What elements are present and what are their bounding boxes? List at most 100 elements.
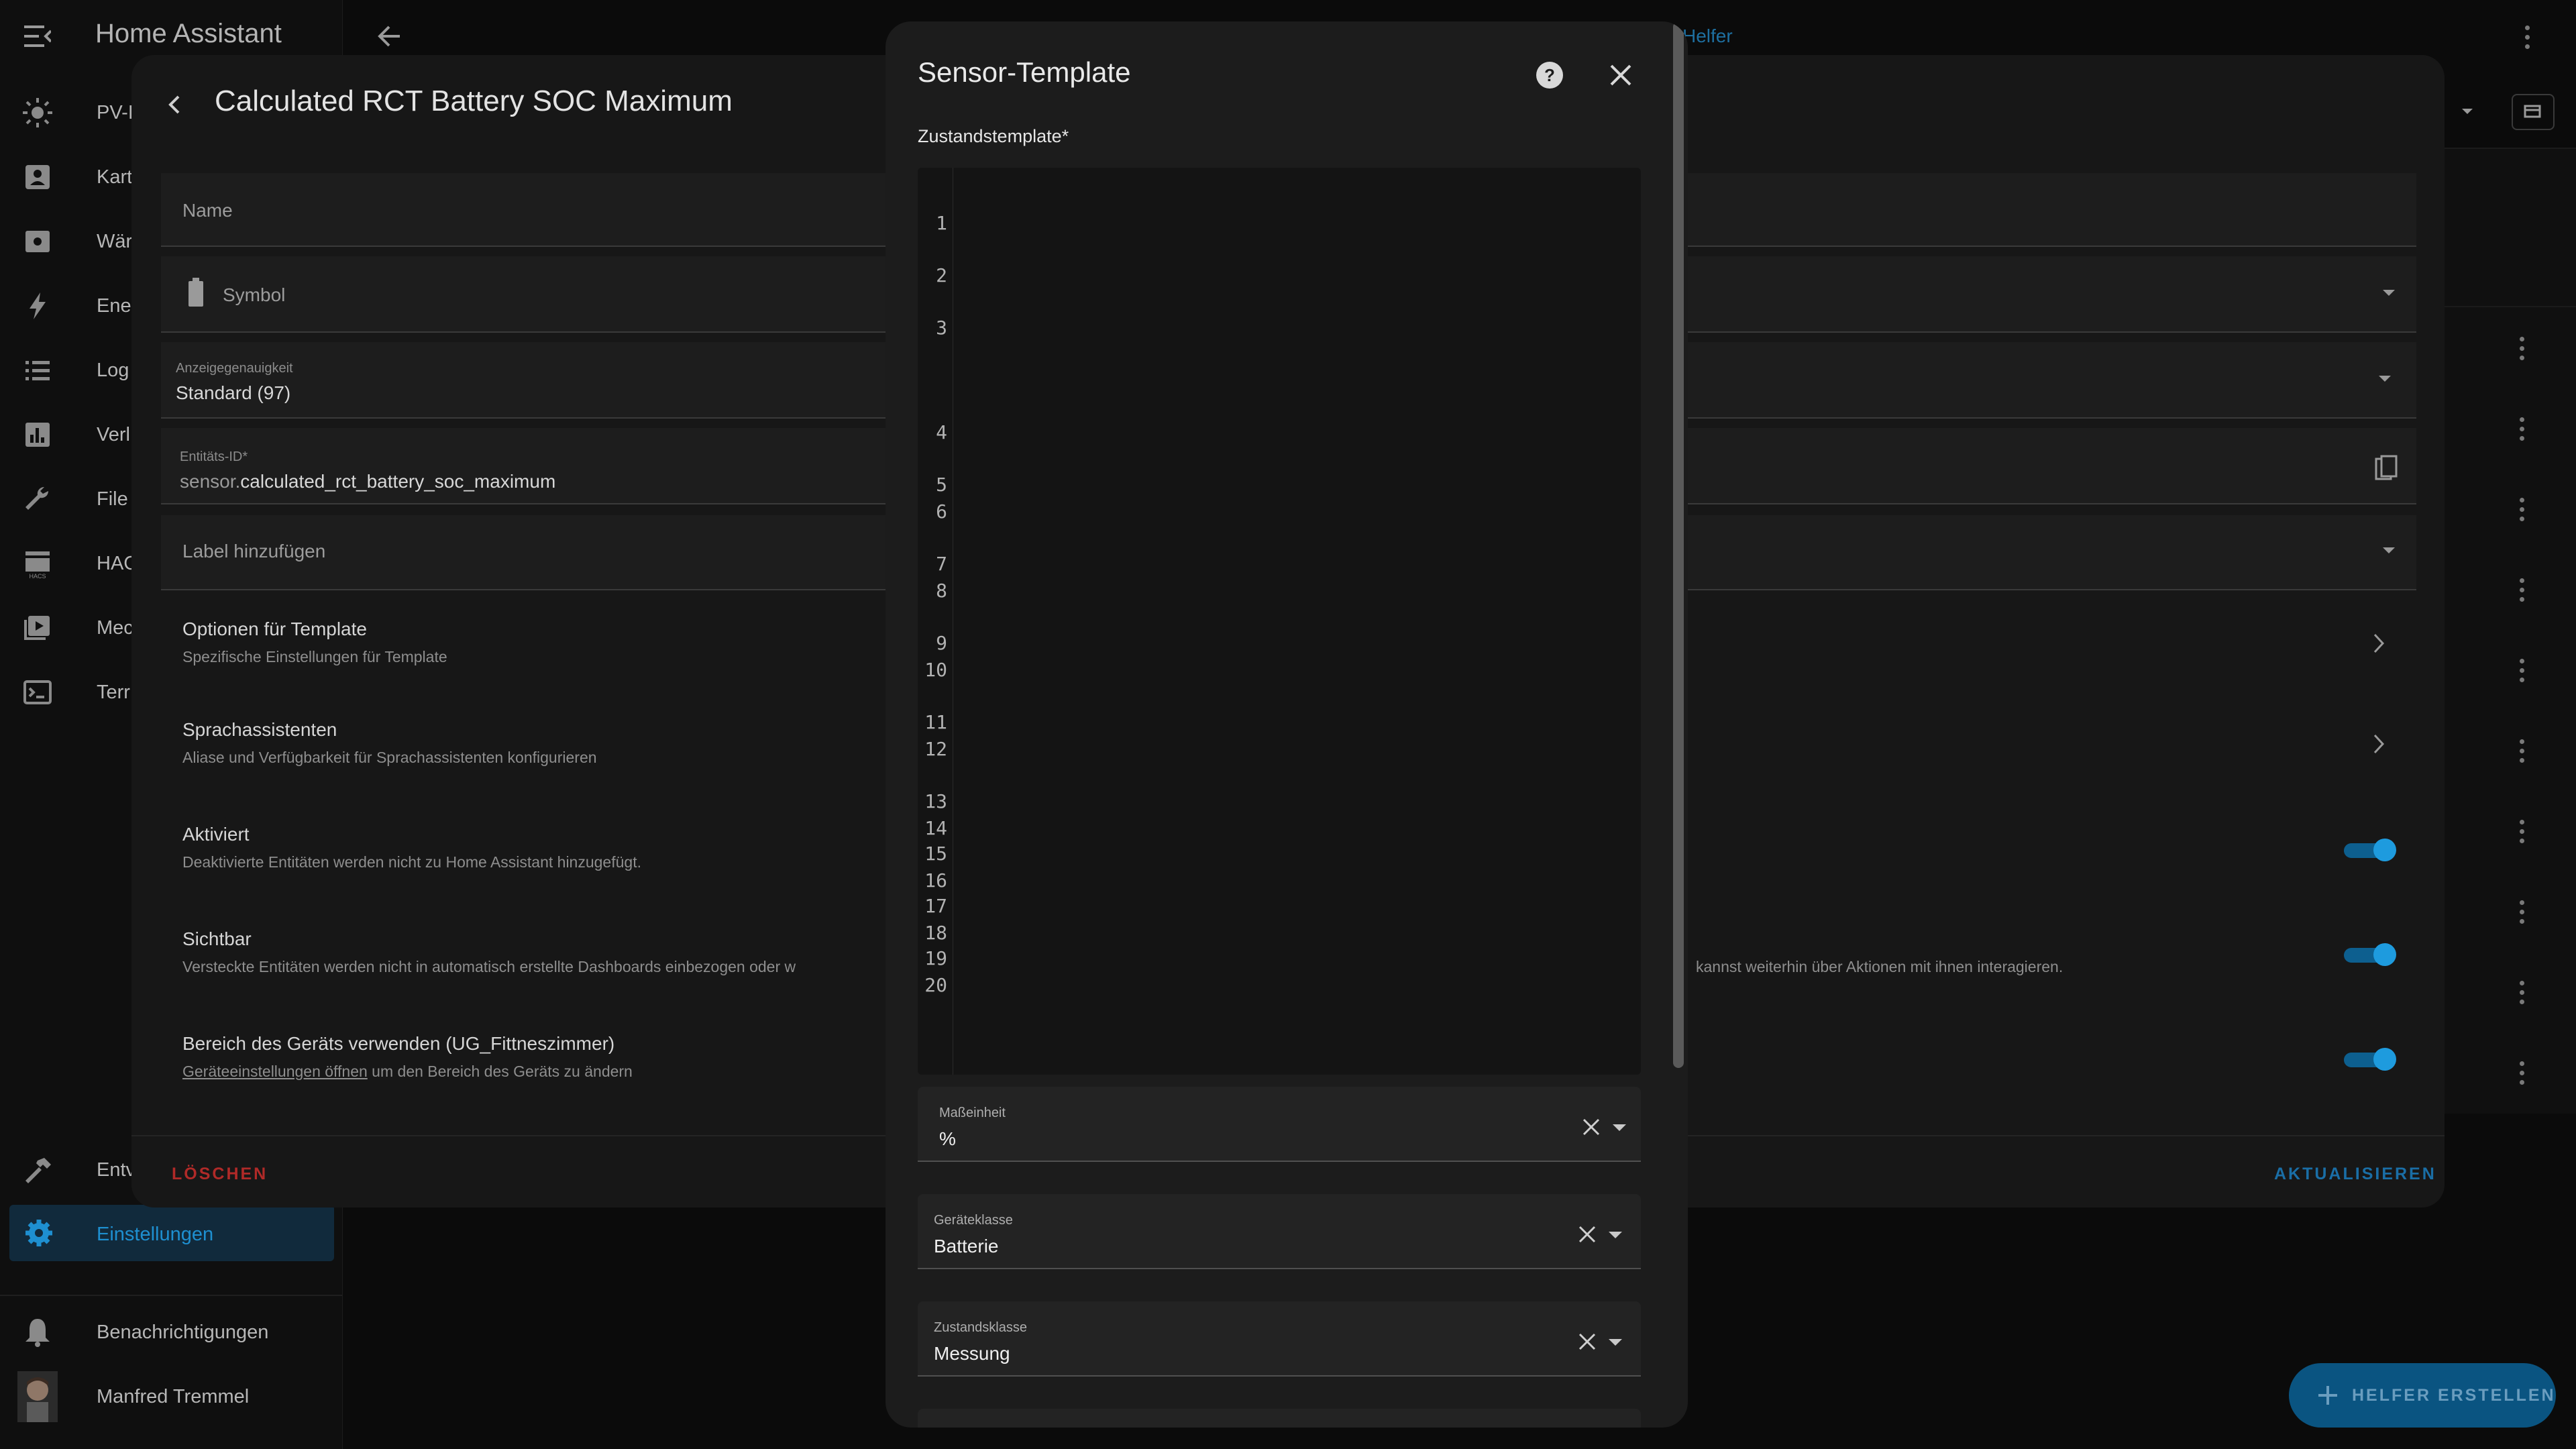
line-number: 5 (936, 474, 947, 496)
sidebar-item-label: Verl (97, 423, 130, 445)
list-icon (21, 354, 54, 386)
user-name: Manfred Tremmel (97, 1385, 250, 1407)
chevron-right-icon (2372, 733, 2385, 755)
row-menu-icon[interactable] (2520, 981, 2526, 1009)
line-number: 15 (924, 843, 947, 865)
help-icon[interactable]: ? (1535, 60, 1564, 90)
wrench-icon (21, 483, 54, 515)
state-template-editor[interactable]: 1 2 3 4 5 6 7 8 9 10 11 12 13 14 15 16 1… (918, 168, 1641, 1075)
delete-button[interactable]: LÖSCHEN (172, 1165, 268, 1184)
unit-select[interactable]: Maßeinheit % (918, 1087, 1641, 1162)
helpers-link[interactable]: Helfer (1682, 25, 1733, 47)
entity-id-value: sensor.calculated_rct_battery_soc_maximu… (180, 471, 555, 492)
bell-icon (21, 1316, 54, 1348)
modal-scrollbar[interactable] (1673, 21, 1684, 1068)
line-number: 18 (924, 922, 947, 944)
sidebar-item-label: Kart (97, 166, 133, 188)
row-menu-icon[interactable] (2520, 659, 2526, 687)
line-number: 20 (924, 974, 947, 996)
sensor-template-dialog: Sensor-Template ? Zustandstemplate* 1 2 … (885, 21, 1688, 1428)
row-menu-icon[interactable] (2520, 739, 2526, 767)
visible-desc: Versteckte Entitäten werden nicht in aut… (182, 958, 796, 975)
sidebar-item-settings[interactable]: Einstellungen (9, 1205, 334, 1261)
precision-value: Standard (97) (176, 382, 291, 403)
row-menu-icon[interactable] (2520, 578, 2526, 606)
menu-icon[interactable] (24, 24, 51, 48)
voice-title: Sprachassistenten (182, 719, 337, 740)
device-settings-link[interactable]: Geräteeinstellungen öffnen (182, 1063, 368, 1080)
chevron-right-icon (2372, 632, 2385, 655)
table-settings-icon[interactable] (2512, 94, 2555, 130)
sidebar-item-notifications[interactable]: Benachrichtigungen (0, 1300, 342, 1364)
sidebar-item-label: File (97, 488, 128, 510)
chevron-down-icon (2383, 290, 2395, 296)
device-class-value: Batterie (934, 1236, 999, 1256)
entity-id-prefix: sensor. (180, 471, 241, 492)
terminal-icon (21, 676, 54, 708)
row-menu-icon[interactable] (2520, 417, 2526, 445)
entity-id-text: calculated_rct_battery_soc_maximum (240, 471, 556, 492)
filter-dropdown-icon[interactable] (2442, 98, 2502, 125)
line-number: 4 (936, 421, 947, 443)
area-toggle[interactable] (2344, 1048, 2396, 1071)
visible-desc-continued: kannst weiterhin über Aktionen mit ihnen… (1696, 958, 2063, 975)
unit-label: Maßeinheit (939, 1106, 1006, 1120)
create-helper-button[interactable]: HELFER ERSTELLEN (2289, 1363, 2556, 1428)
back-chevron-icon[interactable] (166, 93, 182, 117)
state-template-label: Zustandstemplate* (918, 126, 1069, 146)
line-number: 16 (924, 869, 947, 892)
visible-toggle[interactable] (2344, 943, 2396, 966)
line-number: 6 (936, 500, 947, 523)
voice-desc: Aliase und Verfügbarkeit für Sprachassis… (182, 749, 597, 766)
row-menu-icon[interactable] (2520, 337, 2526, 365)
line-number: 19 (924, 947, 947, 969)
hacs-icon: HACS (21, 547, 54, 580)
clear-icon[interactable] (1582, 1118, 1601, 1136)
state-class-select[interactable]: Zustandsklasse Messung (918, 1301, 1641, 1377)
copy-icon[interactable] (2375, 455, 2398, 482)
dialog-title: Calculated RCT Battery SOC Maximum (215, 85, 733, 117)
clear-icon[interactable] (1578, 1332, 1597, 1351)
sidebar-item-label: PV-I (97, 101, 133, 123)
chevron-down-icon (2383, 547, 2395, 553)
state-class-label: Zustandsklasse (934, 1320, 1027, 1335)
visible-title: Sichtbar (182, 928, 252, 949)
update-button[interactable]: AKTUALISIEREN (2274, 1165, 2436, 1184)
sidebar-item-user[interactable]: Manfred Tremmel (0, 1364, 342, 1429)
battery-icon (186, 278, 205, 307)
sun-icon (21, 97, 54, 129)
create-helper-label: HELFER ERSTELLEN (2352, 1386, 2556, 1405)
line-number: 11 (924, 711, 947, 733)
sidebar-divider (0, 1295, 342, 1296)
chart-icon (21, 419, 54, 451)
enabled-toggle[interactable] (2344, 839, 2396, 861)
line-number: 1 (936, 212, 947, 234)
back-arrow-icon[interactable] (377, 25, 401, 47)
sidebar-item-label: Entv (97, 1159, 136, 1181)
line-number: 12 (924, 738, 947, 760)
row-menu-icon[interactable] (2520, 498, 2526, 526)
clear-icon[interactable] (1578, 1225, 1597, 1244)
row-menu-icon[interactable] (2520, 900, 2526, 928)
chevron-down-icon (1613, 1124, 1626, 1131)
row-menu-icon[interactable] (2520, 820, 2526, 848)
list-background (2445, 148, 2576, 1114)
line-number: 7 (936, 553, 947, 575)
line-number: 2 (936, 264, 947, 286)
device-class-select[interactable]: Geräteklasse Batterie (918, 1194, 1641, 1269)
add-label-text: Label hinzufügen (182, 541, 326, 561)
line-number: 3 (936, 317, 947, 339)
svg-text:?: ? (1544, 65, 1555, 85)
next-field[interactable] (918, 1409, 1641, 1428)
entity-id-label: Entitäts-ID* (180, 449, 248, 464)
device-class-label: Geräteklasse (934, 1213, 1013, 1228)
radiator-icon (21, 225, 54, 258)
chevron-down-icon (2379, 376, 2391, 382)
chevron-down-icon (1609, 1232, 1622, 1238)
more-icon[interactable] (2525, 25, 2532, 54)
line-number: 13 (924, 790, 947, 812)
account-box-icon (21, 161, 54, 193)
row-menu-icon[interactable] (2520, 1061, 2526, 1089)
close-icon[interactable] (1609, 63, 1633, 87)
sidebar-item-label: Ene (97, 294, 131, 317)
